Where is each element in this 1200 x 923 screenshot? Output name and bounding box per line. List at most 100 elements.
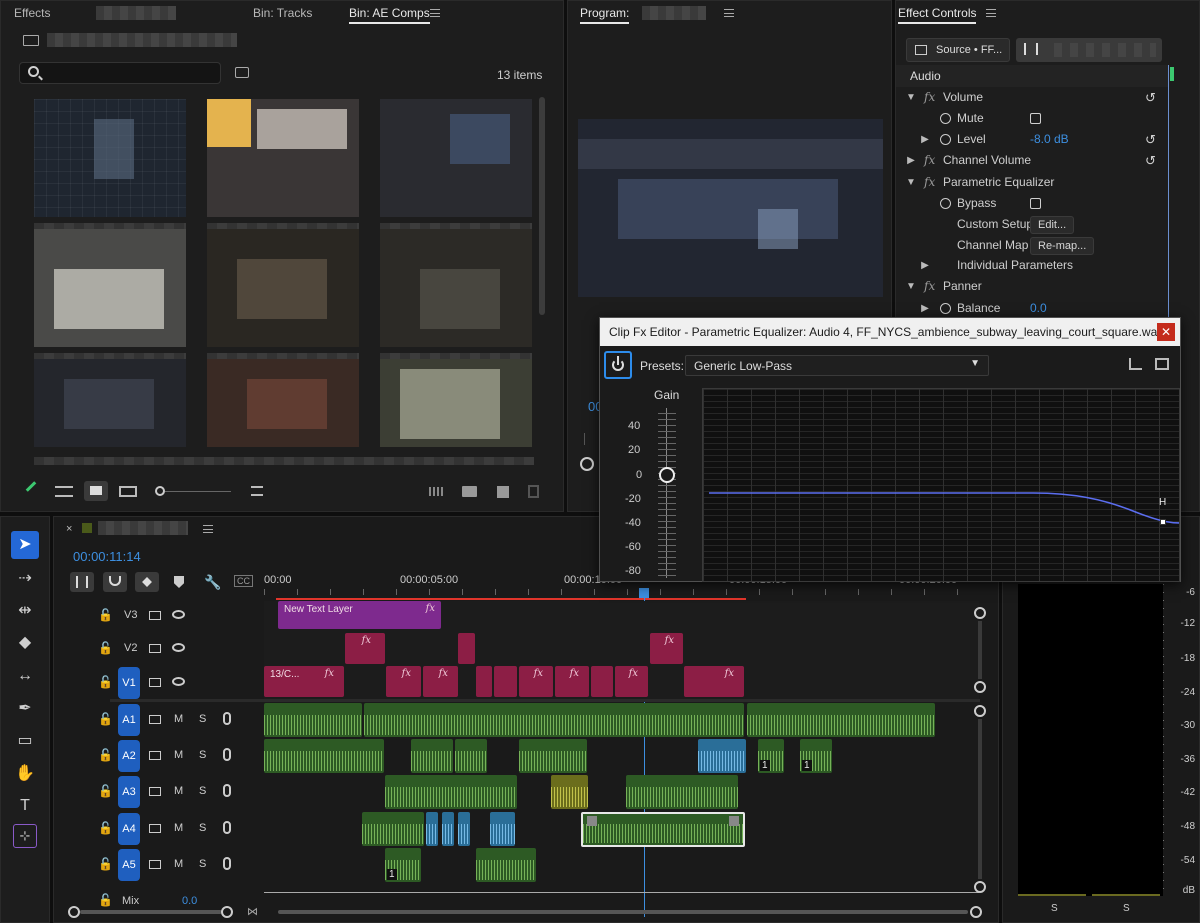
sync-lock-icon[interactable] [149,715,161,724]
chevron-right-icon[interactable]: ▶ [919,255,931,276]
program-scrub-handle[interactable] [580,457,594,471]
audio-scroll-handle[interactable] [974,881,986,893]
solo-track-button[interactable]: S [199,749,206,761]
folder-up-icon[interactable] [23,35,39,46]
razor-tool-icon[interactable]: ◆ [11,629,39,657]
track-target-a2[interactable]: A2 [118,740,140,772]
clip-a2[interactable] [519,739,587,773]
captions-icon[interactable]: CC [234,575,253,587]
individual-params-row[interactable]: ▶ Individual Parameters [896,255,1199,276]
solo-channel-button[interactable]: S [1051,903,1058,914]
microphone-icon[interactable] [223,857,231,870]
chevron-right-icon[interactable]: ▶ [905,150,917,171]
parametric-eq-row[interactable]: ▼ fx Parametric Equalizer [896,172,1199,193]
chevron-right-icon[interactable]: ▶ [919,129,931,150]
sync-lock-icon[interactable] [149,751,161,760]
clip-v1[interactable] [494,666,517,697]
thumbnail-8[interactable] [207,359,359,447]
eye-icon[interactable] [172,643,185,652]
icon-view-button[interactable] [84,481,108,501]
chevron-down-icon[interactable]: ▼ [905,172,917,193]
track-label[interactable]: V3 [124,609,137,621]
list-view-icon[interactable] [55,486,73,497]
sequence-tab[interactable] [1016,38,1162,62]
lock-icon[interactable]: 🔓 [98,821,113,835]
trash-icon[interactable] [528,485,539,498]
thumbnail-4[interactable] [34,229,186,361]
thumbnail-6[interactable] [380,229,532,361]
eye-icon[interactable] [172,677,185,686]
fx-icon[interactable]: fx [924,172,935,193]
track-target-a5[interactable]: A5 [118,849,140,881]
linked-selection-button[interactable] [135,572,159,592]
fx-icon[interactable]: fx [924,150,935,171]
clip-v2[interactable]: fx [345,633,385,664]
stopwatch-icon[interactable] [940,113,951,124]
search-input[interactable] [19,62,221,84]
microphone-icon[interactable] [223,784,231,797]
clip-v2[interactable]: fx [650,633,683,664]
new-item-icon[interactable] [497,486,509,498]
lock-icon[interactable]: 🔓 [98,712,113,726]
mute-track-button[interactable]: M [174,858,183,870]
sync-lock-icon[interactable] [149,644,161,653]
eq-graph[interactable]: H [702,388,1180,582]
lock-icon[interactable]: 🔓 [98,641,113,655]
solo-track-button[interactable]: S [199,822,206,834]
sync-lock-icon[interactable] [149,678,161,687]
clip-a3[interactable] [385,775,517,809]
h-scroll-left-handle[interactable] [68,906,80,918]
lock-icon[interactable]: 🔓 [98,675,113,689]
clip-v1[interactable] [591,666,613,697]
clip-a1[interactable] [747,703,935,737]
h-scrollbar[interactable] [278,910,968,914]
clip-a4[interactable] [426,812,438,846]
slip-tool-icon[interactable]: ↔ [11,662,39,690]
thumbnail-9[interactable] [380,359,532,447]
selection-tool-icon[interactable]: ➤ [11,531,39,559]
wrench-icon[interactable]: 🔧 [204,574,221,591]
balance-value[interactable]: 0.0 [1030,298,1047,319]
zoom-slider-handle[interactable] [155,486,165,496]
insert-sequence-nest-button[interactable] [70,572,94,592]
stopwatch-icon[interactable] [940,134,951,145]
panner-row[interactable]: ▼ fx Panner [896,276,1199,297]
program-title[interactable]: Program: [580,6,630,24]
zoom-slider-track[interactable] [165,491,231,492]
clip-a2[interactable]: 1 [800,739,832,773]
solo-track-button[interactable]: S [199,785,206,797]
track-target-a4[interactable]: A4 [118,813,140,845]
clip-a2[interactable] [411,739,453,773]
dialog-title-bar[interactable]: Clip Fx Editor - Parametric Equalizer: A… [600,318,1180,346]
sync-lock-icon[interactable] [149,860,161,869]
timeline-timecode[interactable]: 00:00:11:14 [73,549,141,564]
solo-track-button[interactable]: S [199,858,206,870]
clip-v1[interactable]: fx [615,666,648,697]
lock-icon[interactable]: 🔓 [98,893,113,907]
clip-a2[interactable] [264,739,384,773]
level-value[interactable]: -8.0 dB [1030,129,1069,150]
chevron-down-icon[interactable]: ▼ [905,87,917,108]
pencil-icon[interactable] [25,481,37,492]
power-button[interactable] [604,351,632,379]
tab-effects[interactable]: Effects [14,6,50,20]
new-search-bin-icon[interactable] [235,67,249,78]
video-scrollbar[interactable] [978,621,982,679]
mix-value[interactable]: 0.0 [182,895,197,907]
tab-bin-tracks[interactable]: Bin: Tracks [253,6,312,20]
clip-v1[interactable] [476,666,492,697]
clip-a1[interactable] [264,703,362,737]
effect-controls-title[interactable]: Effect Controls [898,6,977,24]
microphone-icon[interactable] [223,712,231,725]
chevron-right-icon[interactable]: ▶ [919,298,931,319]
mute-track-button[interactable]: M [174,785,183,797]
automate-sequence-icon[interactable] [429,487,445,496]
lock-icon[interactable]: 🔓 [98,857,113,871]
clip-a4[interactable] [362,812,424,846]
lock-icon[interactable]: 🔓 [98,784,113,798]
timeline-menu-icon[interactable] [203,525,213,533]
h-scroll-end-handle[interactable] [970,906,982,918]
menu-icon[interactable] [430,9,440,17]
h-scrollbar-left[interactable] [80,910,222,914]
lock-icon[interactable]: 🔓 [98,608,113,622]
